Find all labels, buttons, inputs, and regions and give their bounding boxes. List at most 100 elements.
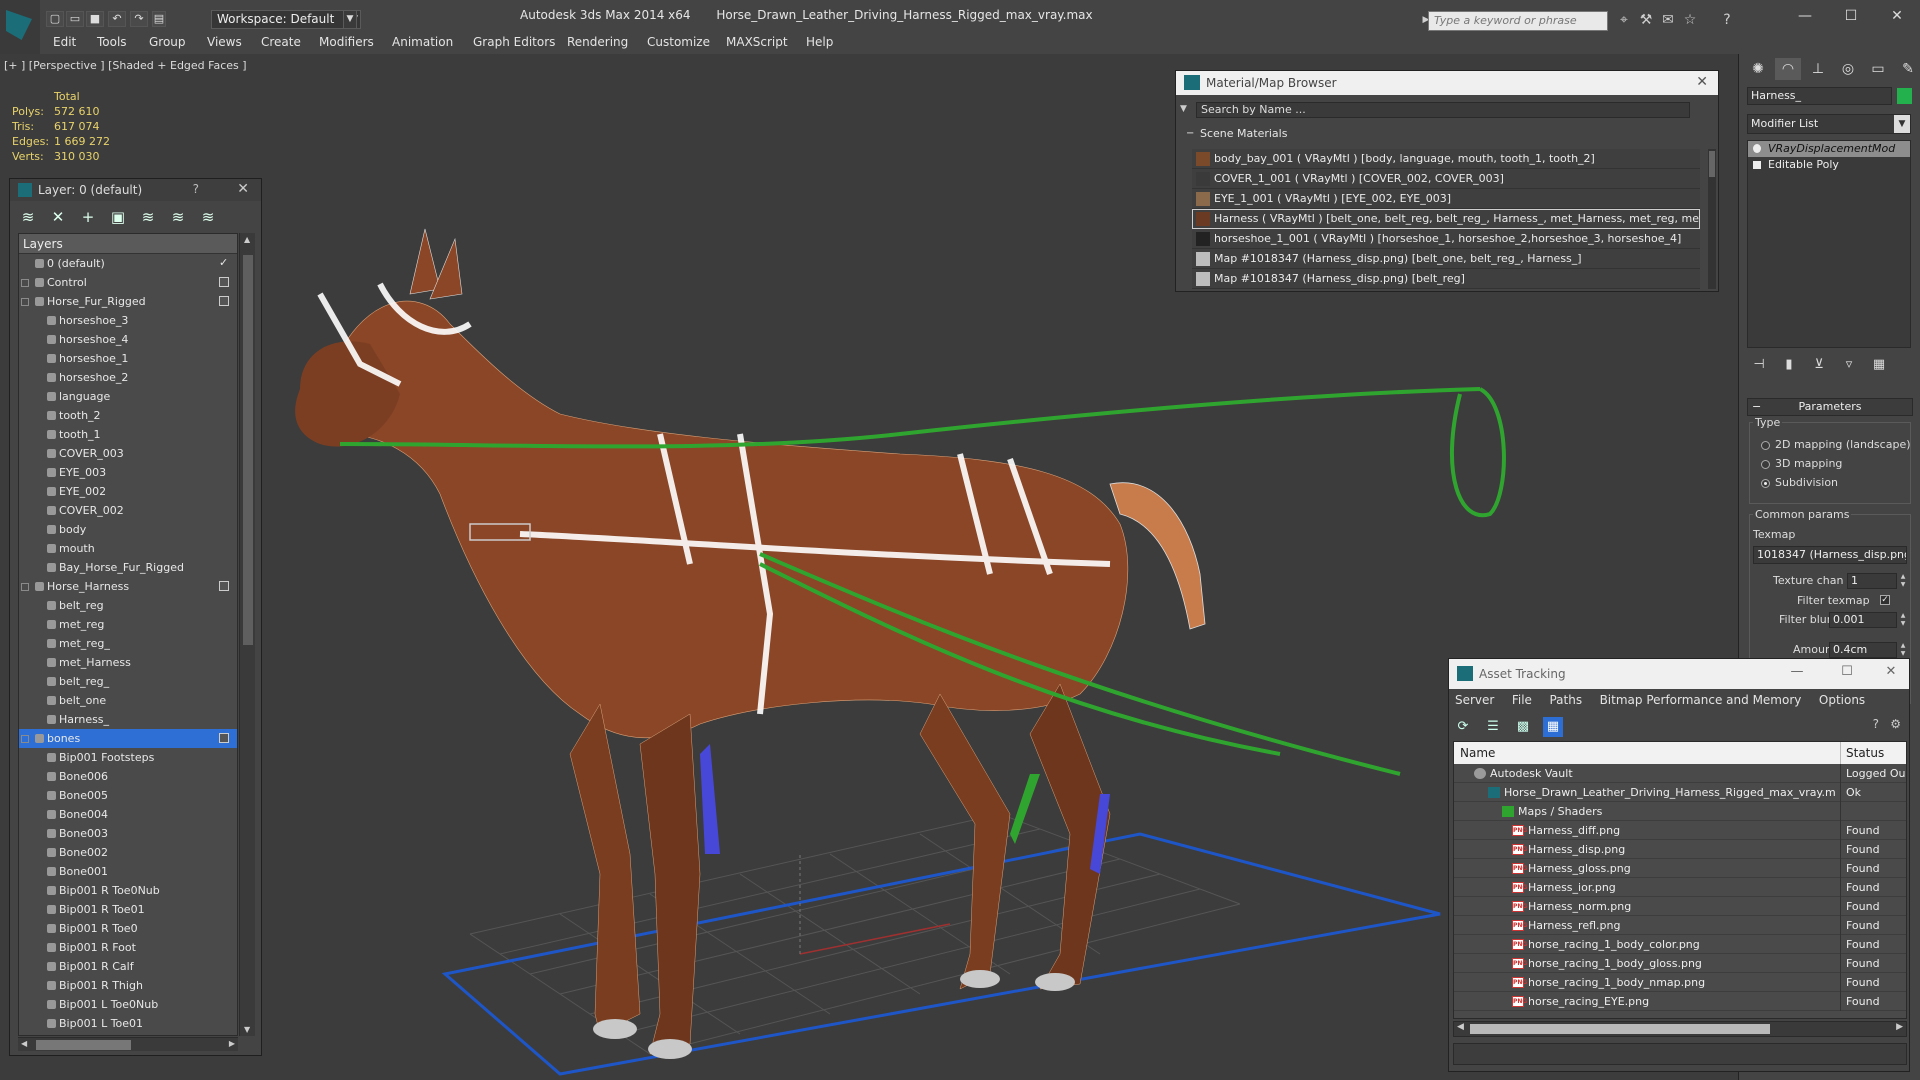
asset-row[interactable]: PNG horse_racing_1_body_nmap.png Found xyxy=(1454,973,1906,992)
column-status[interactable]: Status xyxy=(1846,746,1884,760)
layer-row-belt-reg[interactable]: belt_reg xyxy=(19,596,237,615)
layer-row-bone003[interactable]: Bone003 xyxy=(19,824,237,843)
current-layer-check-icon[interactable]: ✓ xyxy=(219,257,229,268)
maximize-button[interactable]: ☐ xyxy=(1828,4,1874,28)
menu-group[interactable]: Group xyxy=(149,35,186,49)
settings-icon[interactable]: ⚙ xyxy=(1890,717,1901,731)
show-end-result-icon[interactable]: ▮ xyxy=(1779,356,1799,374)
viewport-label[interactable]: [+ ] [Perspective ] [Shaded + Edged Face… xyxy=(4,59,247,72)
spinner-icon[interactable]: ▲ ▼ xyxy=(1899,642,1907,658)
help-icon[interactable]: ? xyxy=(1873,717,1879,731)
menu-file[interactable]: File xyxy=(1512,693,1532,707)
layer-panel-header[interactable]: Layer: 0 (default) ? ✕ xyxy=(10,179,261,201)
layer-row-control[interactable]: Control xyxy=(19,273,237,292)
menu-views[interactable]: Views xyxy=(207,35,242,49)
open-file-icon[interactable]: ▭ xyxy=(66,11,84,27)
expand-toggle-icon[interactable] xyxy=(21,735,29,743)
scroll-right-icon[interactable]: ▶ xyxy=(1896,1022,1903,1032)
layer-row-body[interactable]: body xyxy=(19,520,237,539)
menu-help[interactable]: Help xyxy=(806,35,833,49)
scroll-thumb[interactable] xyxy=(243,255,253,645)
asset-row[interactable]: PNG Harness_refl.png Found xyxy=(1454,916,1906,935)
subscription-icon[interactable]: ⚒ xyxy=(1637,12,1655,28)
asset-row[interactable]: PNG Harness_disp.png Found xyxy=(1454,840,1906,859)
filter-texmap-checkbox[interactable]: ✓ xyxy=(1880,595,1890,605)
layer-row-horseshoe-3[interactable]: horseshoe_3 xyxy=(19,311,237,330)
material-row[interactable]: Harness ( VRayMtl ) [belt_one, belt_reg,… xyxy=(1192,209,1700,229)
make-unique-icon[interactable]: ⊻ xyxy=(1809,356,1829,374)
layer-visibility-checkbox[interactable] xyxy=(219,581,229,591)
create-tab-icon[interactable]: ✺ xyxy=(1745,58,1771,80)
layer-row-bone002[interactable]: Bone002 xyxy=(19,843,237,862)
menu-graph-editors[interactable]: Graph Editors xyxy=(473,35,555,49)
menu-options[interactable]: Options xyxy=(1819,693,1865,707)
asset-row[interactable]: PNG Harness_norm.png Found xyxy=(1454,897,1906,916)
layer-row-bay-horse-fur-rigged[interactable]: Bay_Horse_Fur_Rigged xyxy=(19,558,237,577)
thumbnail-view-icon[interactable]: ▩ xyxy=(1513,717,1533,737)
expand-toggle-icon[interactable] xyxy=(21,279,29,287)
menu-paths[interactable]: Paths xyxy=(1549,693,1582,707)
scroll-thumb[interactable] xyxy=(1709,151,1715,177)
modifier-list-dropdown[interactable]: Modifier List ▼ xyxy=(1747,114,1911,134)
layer-row-bone001[interactable]: Bone001 xyxy=(19,862,237,881)
layer-row-cover-003[interactable]: COVER_003 xyxy=(19,444,237,463)
redo-icon[interactable]: ↷ xyxy=(130,11,148,27)
freeze-all-icon[interactable]: ≋ xyxy=(198,207,218,227)
layer-row-belt-reg[interactable]: belt_reg_ xyxy=(19,672,237,691)
material-row[interactable]: body_bay_001 ( VRayMtl ) [body, language… xyxy=(1192,149,1700,169)
utilities-tab-icon[interactable]: ✎ xyxy=(1895,58,1920,80)
layer-row-belt-one[interactable]: belt_one xyxy=(19,691,237,710)
layer-row-eye-003[interactable]: EYE_003 xyxy=(19,463,237,482)
object-name-field[interactable]: Harness_ xyxy=(1747,87,1892,105)
material-search-input[interactable]: Search by Name ... xyxy=(1196,102,1690,118)
layer-row-bip001-r-toe0[interactable]: Bip001 R Toe0 xyxy=(19,919,237,938)
table-view-icon[interactable]: ▦ xyxy=(1543,717,1563,737)
add-to-layer-icon[interactable]: + xyxy=(78,207,98,227)
workspace-menu-arrow-icon[interactable]: ▼ xyxy=(343,10,357,29)
stack-item-editable-poly[interactable]: Editable Poly xyxy=(1748,157,1910,173)
layers-column-header[interactable]: Layers xyxy=(19,234,237,254)
material-scrollbar[interactable] xyxy=(1708,149,1716,289)
layer-row-bones[interactable]: bones xyxy=(19,729,237,748)
scroll-thumb[interactable] xyxy=(1470,1024,1770,1034)
material-row[interactable]: horseshoe_1_001 ( VRayMtl ) [horseshoe_1… xyxy=(1192,229,1700,249)
layer-row-eye-002[interactable]: EYE_002 xyxy=(19,482,237,501)
layer-horizontal-scrollbar[interactable]: ◀ ▶ xyxy=(18,1037,238,1051)
undo-icon[interactable]: ↶ xyxy=(108,11,126,27)
asset-horizontal-scrollbar[interactable]: ◀ ▶ xyxy=(1453,1021,1907,1037)
layer-row-tooth-1[interactable]: tooth_1 xyxy=(19,425,237,444)
communication-icon[interactable]: ✉ xyxy=(1659,12,1677,28)
minimize-icon[interactable]: — xyxy=(1785,664,1809,679)
layer-row-horseshoe-1[interactable]: horseshoe_1 xyxy=(19,349,237,368)
close-icon[interactable]: ✕ xyxy=(1696,74,1708,90)
highlight-selected-icon[interactable]: ≋ xyxy=(138,207,158,227)
radio-3d-mapping[interactable] xyxy=(1761,460,1770,469)
layer-row-met-reg[interactable]: met_reg_ xyxy=(19,634,237,653)
layer-visibility-checkbox[interactable] xyxy=(219,277,229,287)
display-tab-icon[interactable]: ▭ xyxy=(1865,58,1891,80)
radio-subdivision[interactable] xyxy=(1761,479,1770,488)
menu-rendering[interactable]: Rendering xyxy=(567,35,628,49)
favorites-star-icon[interactable]: ☆ xyxy=(1681,12,1699,28)
layer-row-cover-002[interactable]: COVER_002 xyxy=(19,501,237,520)
layer-row-bip001-footsteps[interactable]: Bip001 Footsteps xyxy=(19,748,237,767)
minimize-button[interactable]: — xyxy=(1782,4,1828,28)
asset-row[interactable]: Autodesk Vault Logged Ou xyxy=(1454,764,1906,783)
layer-row-horse-fur-rigged[interactable]: Horse_Fur_Rigged xyxy=(19,292,237,311)
radio-2d-mapping[interactable] xyxy=(1761,441,1770,450)
asset-row[interactable]: PNG horse_racing_1_body_gloss.png Found xyxy=(1454,954,1906,973)
asset-row[interactable]: Horse_Drawn_Leather_Driving_Harness_Rigg… xyxy=(1454,783,1906,802)
scroll-left-icon[interactable]: ◀ xyxy=(1457,1022,1464,1032)
menu-bitmap-performance[interactable]: Bitmap Performance and Memory xyxy=(1600,693,1802,707)
refresh-icon[interactable]: ⟳ xyxy=(1453,717,1473,737)
scene-materials-section[interactable]: − Scene Materials xyxy=(1184,126,1694,142)
scroll-thumb[interactable] xyxy=(36,1040,131,1050)
layer-row-bip001-r-foot[interactable]: Bip001 R Foot xyxy=(19,938,237,957)
select-objects-icon[interactable]: ▣ xyxy=(108,207,128,227)
close-icon[interactable]: ✕ xyxy=(1879,664,1903,679)
binoculars-icon[interactable]: ⌖ xyxy=(1615,12,1633,28)
scroll-left-icon[interactable]: ◀ xyxy=(21,1039,27,1048)
expand-toggle-icon[interactable] xyxy=(21,298,29,306)
menu-maxscript[interactable]: MAXScript xyxy=(726,35,788,49)
configure-modifier-sets-icon[interactable]: ▦ xyxy=(1869,356,1889,374)
